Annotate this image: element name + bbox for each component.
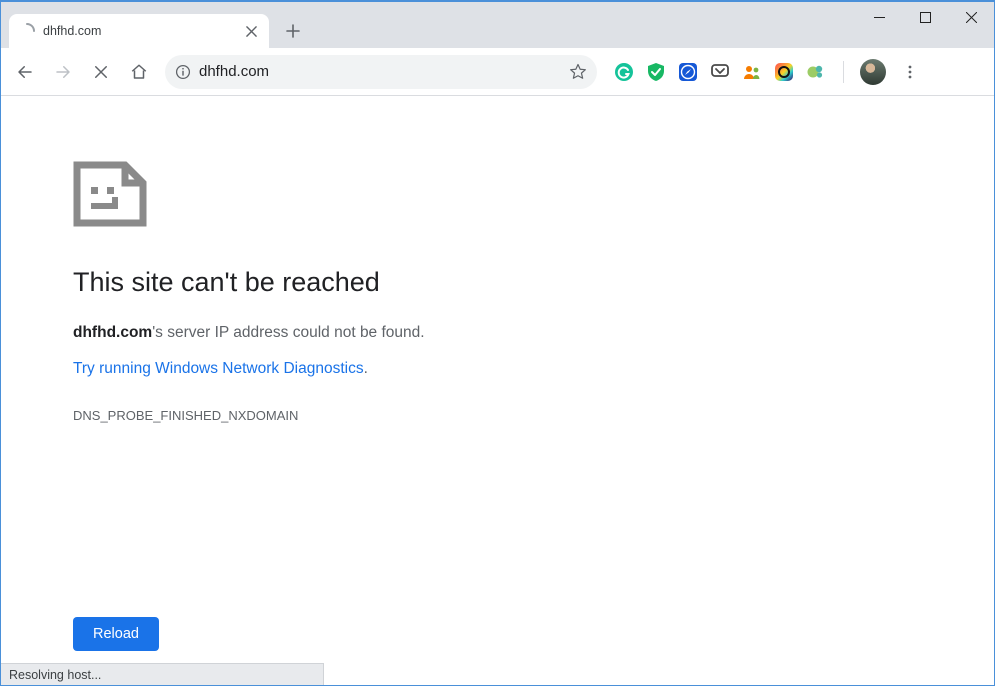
bookmark-star-icon[interactable] (569, 63, 587, 81)
site-info-icon[interactable] (175, 64, 191, 80)
menu-button[interactable] (896, 58, 924, 86)
error-message: dhfhd.com's server IP address could not … (73, 324, 994, 342)
tab-strip: dhfhd.com (1, 2, 856, 48)
tab-close-button[interactable] (243, 23, 259, 39)
error-code: DNS_PROBE_FINISHED_NXDOMAIN (73, 408, 994, 423)
back-button[interactable] (9, 56, 41, 88)
error-heading: This site can't be reached (73, 267, 994, 298)
loading-spinner-icon (19, 23, 35, 39)
status-bar: Resolving host... (1, 663, 324, 685)
stop-reload-button[interactable] (85, 56, 117, 88)
window-minimize-button[interactable] (856, 2, 902, 32)
tab-title: dhfhd.com (43, 24, 235, 38)
address-bar[interactable] (165, 55, 597, 89)
profile-avatar[interactable] (860, 59, 886, 85)
url-input[interactable] (199, 63, 561, 80)
diagnostics-line: Try running Windows Network Diagnostics. (73, 360, 994, 408)
error-domain: dhfhd.com (73, 324, 152, 341)
sad-page-icon (73, 161, 147, 227)
error-message-suffix: 's server IP address could not be found. (152, 324, 424, 341)
diagnostics-period: . (364, 360, 368, 377)
safari-like-icon[interactable] (677, 61, 699, 83)
window-maximize-button[interactable] (902, 2, 948, 32)
grammarly-icon[interactable] (613, 61, 635, 83)
divider (843, 61, 844, 83)
pocket-icon[interactable] (709, 61, 731, 83)
puzzle-icon[interactable] (805, 61, 827, 83)
title-bar: dhfhd.com (1, 2, 994, 48)
rainbow-circle-icon[interactable] (773, 61, 795, 83)
window-close-button[interactable] (948, 2, 994, 32)
extension-row (613, 58, 924, 86)
toolbar (1, 48, 994, 96)
browser-window: dhfhd.com (0, 0, 995, 686)
forward-button[interactable] (47, 56, 79, 88)
diagnostics-link[interactable]: Try running Windows Network Diagnostics (73, 360, 364, 378)
tab-active[interactable]: dhfhd.com (9, 14, 269, 48)
page-content: This site can't be reached dhfhd.com's s… (1, 96, 994, 685)
shield-icon[interactable] (645, 61, 667, 83)
new-tab-button[interactable] (279, 17, 307, 45)
window-controls (856, 2, 994, 32)
home-button[interactable] (123, 56, 155, 88)
people-icon[interactable] (741, 61, 763, 83)
reload-button[interactable]: Reload (73, 617, 159, 651)
